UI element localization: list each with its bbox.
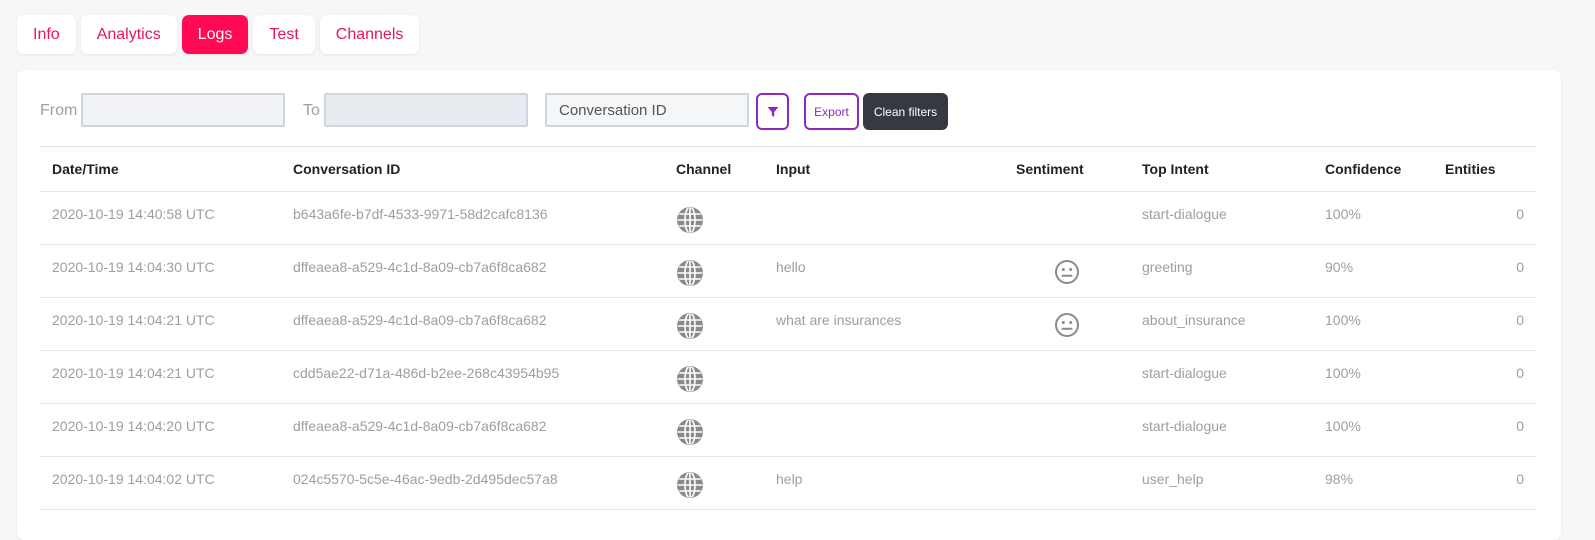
tab-test[interactable]: Test [253,15,315,54]
input-cell [764,403,1004,457]
channel-cell [664,456,764,510]
top-intent-cell: start-dialogue [1130,191,1313,245]
from-label: From [40,102,78,119]
top-intent-cell: start-dialogue [1130,403,1313,457]
top-intent-cell: start-dialogue [1130,350,1313,404]
sentiment-cell [1004,456,1130,510]
to-label: To [303,102,320,119]
channel-cell [664,350,764,404]
conversation-id-cell: dffeaea8-a529-4c1d-8a09-cb7a6f8ca682 [281,297,664,351]
column-header-datetime[interactable]: Date/Time [40,146,281,192]
globe-icon [676,206,704,234]
tab-bar: Info Analytics Logs Test Channels [17,15,420,54]
conversation-id-cell: dffeaea8-a529-4c1d-8a09-cb7a6f8ca682 [281,244,664,298]
globe-icon [676,471,704,499]
entities-cell: 0 [1433,191,1536,245]
table-row[interactable]: 2020-10-19 14:40:58 UTC b643a6fe-b7df-45… [40,191,1536,245]
export-button[interactable]: Export [804,93,859,130]
entities-cell: 0 [1433,403,1536,457]
input-cell: hello [764,244,1004,298]
confidence-cell: 90% [1313,244,1433,298]
column-header-channel[interactable]: Channel [664,146,764,192]
datetime-cell: 2020-10-19 14:04:20 UTC [40,403,281,457]
entities-cell: 0 [1433,456,1536,510]
entities-cell: 0 [1433,244,1536,298]
sentiment-cell [1004,350,1130,404]
column-header-confidence[interactable]: Confidence [1313,146,1433,192]
sentiment-cell [1004,244,1130,298]
apply-filter-button[interactable] [756,93,789,130]
column-header-input[interactable]: Input [764,146,1004,192]
table-row[interactable]: 2020-10-19 14:04:21 UTC dffeaea8-a529-4c… [40,297,1536,351]
channel-cell [664,297,764,351]
logs-panel: From To Export Clean filters [17,70,1561,540]
to-date-input[interactable] [324,93,528,127]
input-cell: help [764,456,1004,510]
conversation-id-input[interactable] [545,93,749,127]
table-row[interactable]: 2020-10-19 14:04:21 UTC cdd5ae22-d71a-48… [40,350,1536,404]
sentiment-cell [1004,403,1130,457]
globe-icon [676,312,704,340]
confidence-cell: 100% [1313,297,1433,351]
entities-cell: 0 [1433,297,1536,351]
datetime-cell: 2020-10-19 14:40:58 UTC [40,191,281,245]
globe-icon [676,259,704,287]
table-row[interactable]: 2020-10-19 14:04:30 UTC dffeaea8-a529-4c… [40,244,1536,298]
clean-filters-button[interactable]: Clean filters [863,93,948,130]
column-header-top-intent[interactable]: Top Intent [1130,146,1313,192]
channel-cell [664,403,764,457]
tab-analytics[interactable]: Analytics [80,15,177,54]
confidence-cell: 100% [1313,403,1433,457]
column-header-sentiment[interactable]: Sentiment [1004,146,1130,192]
datetime-cell: 2020-10-19 14:04:21 UTC [40,297,281,351]
confidence-cell: 98% [1313,456,1433,510]
neutral-face-icon [1054,312,1080,338]
tab-info[interactable]: Info [17,15,76,54]
datetime-cell: 2020-10-19 14:04:02 UTC [40,456,281,510]
table-header-row: Date/Time Conversation ID Channel Input … [40,146,1536,192]
tab-logs[interactable]: Logs [181,15,249,54]
neutral-face-icon [1054,259,1080,285]
top-intent-cell: about_insurance [1130,297,1313,351]
funnel-icon [767,106,779,118]
confidence-cell: 100% [1313,350,1433,404]
datetime-cell: 2020-10-19 14:04:30 UTC [40,244,281,298]
conversation-id-cell: b643a6fe-b7df-4533-9971-58d2cafc8136 [281,191,664,245]
input-cell [764,191,1004,245]
column-header-entities[interactable]: Entities [1433,146,1536,192]
top-intent-cell: user_help [1130,456,1313,510]
confidence-cell: 100% [1313,191,1433,245]
logs-table: Date/Time Conversation ID Channel Input … [40,146,1536,510]
sentiment-cell [1004,191,1130,245]
conversation-id-cell: dffeaea8-a529-4c1d-8a09-cb7a6f8ca682 [281,403,664,457]
globe-icon [676,418,704,446]
table-row[interactable]: 2020-10-19 14:04:02 UTC 024c5570-5c5e-46… [40,456,1536,510]
entities-cell: 0 [1433,350,1536,404]
tab-channels[interactable]: Channels [319,15,420,54]
filter-bar: From To Export Clean filters [40,93,1040,131]
sentiment-cell [1004,297,1130,351]
conversation-id-cell: 024c5570-5c5e-46ac-9edb-2d495dec57a8 [281,456,664,510]
channel-cell [664,191,764,245]
globe-icon [676,365,704,393]
datetime-cell: 2020-10-19 14:04:21 UTC [40,350,281,404]
input-cell [764,350,1004,404]
from-date-input[interactable] [81,93,285,127]
input-cell: what are insurances [764,297,1004,351]
top-intent-cell: greeting [1130,244,1313,298]
column-header-conversation-id[interactable]: Conversation ID [281,146,664,192]
channel-cell [664,244,764,298]
conversation-id-cell: cdd5ae22-d71a-486d-b2ee-268c43954b95 [281,350,664,404]
table-row[interactable]: 2020-10-19 14:04:20 UTC dffeaea8-a529-4c… [40,403,1536,457]
